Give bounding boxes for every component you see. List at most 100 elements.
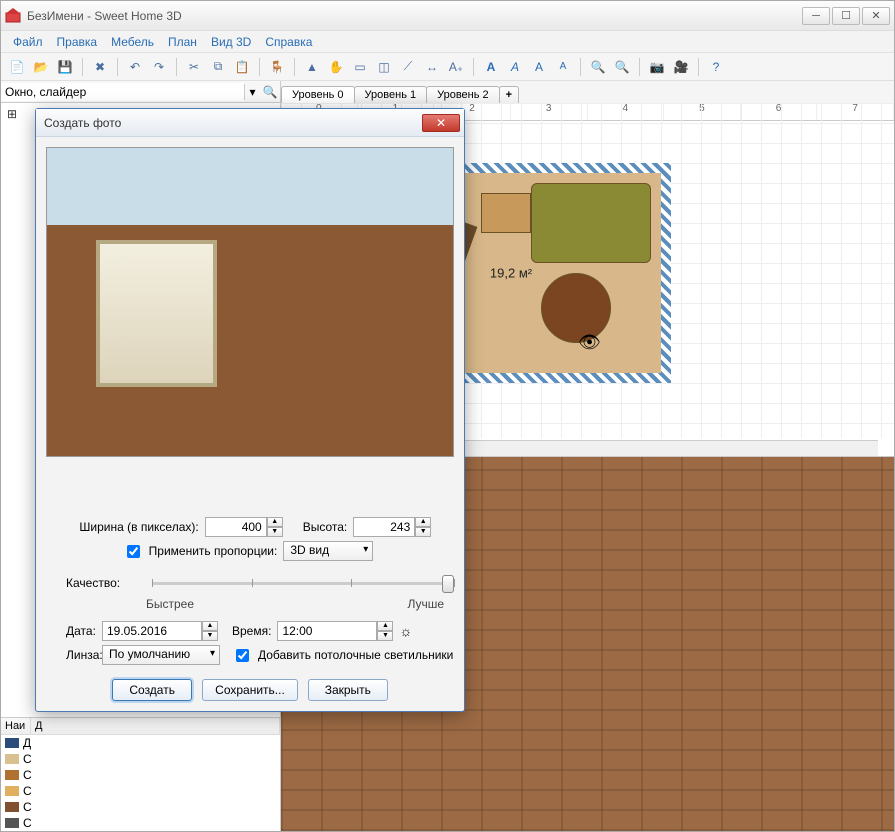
table-row[interactable]: С bbox=[1, 815, 280, 831]
quality-label: Качество: bbox=[46, 576, 136, 590]
copy-icon[interactable]: ⧉ bbox=[208, 57, 228, 77]
spinner-up-icon[interactable]: ▲ bbox=[377, 621, 393, 631]
menu-furniture[interactable]: Мебель bbox=[105, 33, 160, 51]
add-furniture-icon[interactable]: 🪑 bbox=[267, 57, 287, 77]
spinner-down-icon[interactable]: ▼ bbox=[415, 527, 431, 537]
save-icon[interactable]: 💾 bbox=[55, 57, 75, 77]
minimize-button[interactable]: ─ bbox=[802, 7, 830, 25]
menu-3dview[interactable]: Вид 3D bbox=[205, 33, 257, 51]
lens-select[interactable]: По умолчанию bbox=[102, 645, 220, 665]
video-icon[interactable]: 🎥 bbox=[671, 57, 691, 77]
tab-add-level[interactable]: + bbox=[499, 86, 519, 103]
create-button[interactable]: Создать bbox=[112, 679, 192, 701]
height-label: Высота: bbox=[303, 520, 348, 534]
furniture-sofa[interactable] bbox=[531, 183, 651, 263]
cut-icon[interactable]: ✂ bbox=[184, 57, 204, 77]
zoom-in-icon[interactable]: 🔍 bbox=[588, 57, 608, 77]
toolbar: 📄 📂 💾 ✖ ↶ ↷ ✂ ⧉ 📋 🪑 ▲ ✋ ▭ ◫ ⟋ ↔ A₊ A A A… bbox=[1, 53, 894, 81]
dimension-icon[interactable]: ↔ bbox=[422, 57, 442, 77]
save-button[interactable]: Сохранить... bbox=[202, 679, 298, 701]
spinner-down-icon[interactable]: ▼ bbox=[202, 631, 218, 641]
date-input[interactable] bbox=[102, 621, 202, 641]
sun-icon[interactable]: ☼ bbox=[399, 623, 412, 639]
quality-slider[interactable] bbox=[152, 573, 454, 593]
table-row[interactable]: С bbox=[1, 751, 280, 767]
ceiling-lights-checkbox[interactable] bbox=[236, 649, 249, 662]
date-spinner[interactable]: ▲▼ bbox=[102, 621, 218, 641]
slider-thumb[interactable] bbox=[442, 575, 454, 593]
col-name[interactable]: Наи bbox=[1, 718, 31, 734]
table-row[interactable]: С bbox=[1, 783, 280, 799]
proportions-select[interactable]: 3D вид bbox=[283, 541, 373, 561]
quality-faster-label: Быстрее bbox=[146, 597, 194, 611]
spinner-up-icon[interactable]: ▲ bbox=[267, 517, 283, 527]
height-spinner[interactable]: ▲▼ bbox=[353, 517, 431, 537]
width-label: Ширина (в пикселах): bbox=[69, 520, 199, 534]
ceiling-lights-label: Добавить потолочные светильники bbox=[258, 648, 453, 662]
room-icon[interactable]: ◫ bbox=[374, 57, 394, 77]
tab-level-0[interactable]: Уровень 0 bbox=[281, 86, 355, 103]
furniture-desk[interactable] bbox=[481, 193, 531, 233]
width-spinner[interactable]: ▲▼ bbox=[205, 517, 283, 537]
level-tabs: Уровень 0 Уровень 1 Уровень 2 + bbox=[281, 81, 894, 103]
height-input[interactable] bbox=[353, 517, 415, 537]
time-spinner[interactable]: ▲▼ bbox=[277, 621, 393, 641]
zoom-out-icon[interactable]: 🔍 bbox=[612, 57, 632, 77]
select-icon[interactable]: ▲ bbox=[302, 57, 322, 77]
spinner-up-icon[interactable]: ▲ bbox=[202, 621, 218, 631]
paste-icon[interactable]: 📋 bbox=[232, 57, 252, 77]
spinner-down-icon[interactable]: ▼ bbox=[377, 631, 393, 641]
dialog-titlebar[interactable]: Создать фото ✕ bbox=[36, 109, 464, 137]
camera-marker-icon[interactable]: 👁 bbox=[578, 332, 601, 353]
col-d[interactable]: Д bbox=[31, 718, 280, 734]
app-icon bbox=[5, 8, 21, 24]
maximize-button[interactable]: ☐ bbox=[832, 7, 860, 25]
increase-font-icon[interactable]: A bbox=[529, 57, 549, 77]
table-row[interactable]: Д bbox=[1, 735, 280, 751]
apply-proportions-checkbox[interactable] bbox=[127, 545, 140, 558]
time-label: Время: bbox=[232, 624, 271, 638]
furniture-dropdown-icon[interactable]: ▾ bbox=[244, 84, 260, 100]
photo-preview bbox=[46, 147, 454, 457]
dialog-title: Создать фото bbox=[40, 116, 422, 130]
width-input[interactable] bbox=[205, 517, 267, 537]
window-title: БезИмени - Sweet Home 3D bbox=[27, 9, 802, 23]
bold-icon[interactable]: A bbox=[481, 57, 501, 77]
polyline-icon[interactable]: ⟋ bbox=[398, 57, 418, 77]
menu-file[interactable]: Файл bbox=[7, 33, 49, 51]
close-dialog-button[interactable]: Закрыть bbox=[308, 679, 388, 701]
close-button[interactable]: ✕ bbox=[862, 7, 890, 25]
redo-icon[interactable]: ↷ bbox=[149, 57, 169, 77]
menubar: Файл Правка Мебель План Вид 3D Справка bbox=[1, 31, 894, 53]
new-icon[interactable]: 📄 bbox=[7, 57, 27, 77]
open-icon[interactable]: 📂 bbox=[31, 57, 51, 77]
time-input[interactable] bbox=[277, 621, 377, 641]
furniture-search-input[interactable] bbox=[1, 83, 244, 101]
undo-icon[interactable]: ↶ bbox=[125, 57, 145, 77]
text-icon[interactable]: A₊ bbox=[446, 57, 466, 77]
titlebar: БезИмени - Sweet Home 3D ─ ☐ ✕ bbox=[1, 1, 894, 31]
menu-help[interactable]: Справка bbox=[259, 33, 318, 51]
italic-icon[interactable]: A bbox=[505, 57, 525, 77]
spinner-up-icon[interactable]: ▲ bbox=[415, 517, 431, 527]
tab-level-2[interactable]: Уровень 2 bbox=[426, 86, 500, 103]
spinner-down-icon[interactable]: ▼ bbox=[267, 527, 283, 537]
tab-level-1[interactable]: Уровень 1 bbox=[354, 86, 428, 103]
menu-plan[interactable]: План bbox=[162, 33, 203, 51]
lens-label: Линза: bbox=[46, 648, 96, 662]
quality-better-label: Лучше bbox=[407, 597, 444, 611]
photo-icon[interactable]: 📷 bbox=[647, 57, 667, 77]
wall-icon[interactable]: ▭ bbox=[350, 57, 370, 77]
search-icon[interactable]: 🔍 bbox=[260, 85, 280, 99]
help-icon[interactable]: ? bbox=[706, 57, 726, 77]
menu-edit[interactable]: Правка bbox=[51, 33, 104, 51]
create-photo-dialog: Создать фото ✕ Ширина (в пикселах): ▲▼ В… bbox=[35, 108, 465, 712]
date-label: Дата: bbox=[46, 624, 96, 638]
pan-icon[interactable]: ✋ bbox=[326, 57, 346, 77]
decrease-font-icon[interactable]: A bbox=[553, 57, 573, 77]
dialog-close-button[interactable]: ✕ bbox=[422, 114, 460, 132]
table-row[interactable]: С bbox=[1, 767, 280, 783]
apply-proportions-label: Применить пропорции: bbox=[149, 544, 278, 558]
preferences-icon[interactable]: ✖ bbox=[90, 57, 110, 77]
table-row[interactable]: С bbox=[1, 799, 280, 815]
